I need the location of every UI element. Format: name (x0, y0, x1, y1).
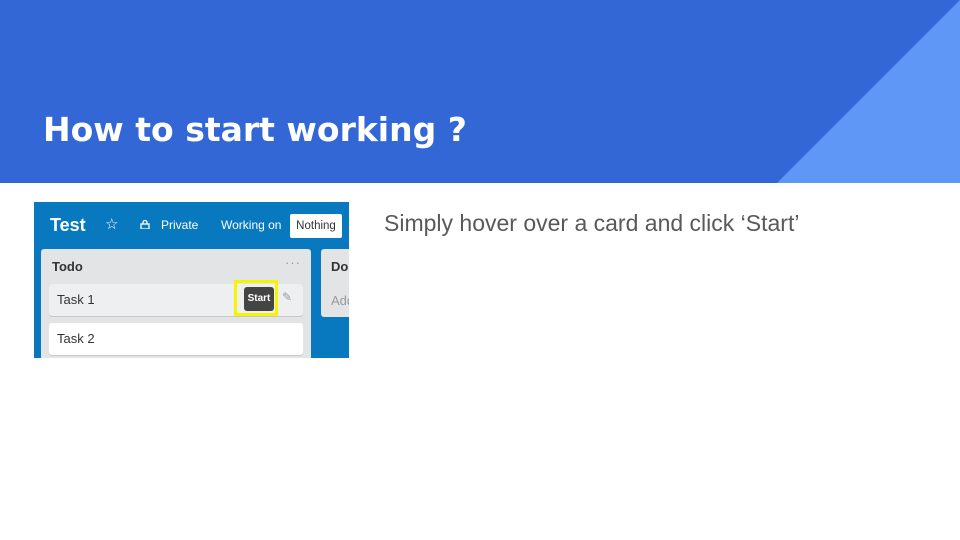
star-icon[interactable]: ☆ (105, 217, 118, 233)
header-accent-triangle (777, 0, 960, 183)
privacy-label[interactable]: Private (161, 218, 198, 232)
slide-header: How to start working ? (0, 0, 960, 183)
pencil-icon[interactable]: ✎ (282, 290, 292, 304)
working-on-label: Working on (221, 218, 282, 232)
list-menu-icon[interactable]: ··· (285, 255, 301, 270)
working-on-value-button[interactable]: Nothing (290, 214, 342, 238)
lock-icon (140, 220, 150, 229)
card-task-1[interactable]: Task 1 Start ✎ (49, 280, 303, 316)
card-label: Task 2 (57, 331, 95, 346)
app-screenshot: Test ☆ Private Working on Nothing Todo ·… (34, 202, 349, 358)
list-title: Do (331, 259, 349, 274)
list-title: Todo (52, 259, 83, 274)
card-label: Task 1 (57, 292, 95, 307)
board-name[interactable]: Test (50, 215, 86, 236)
slide-title: How to start working ? (43, 110, 467, 149)
list-todo: Todo ··· Task 1 Start ✎ Task 2 (41, 249, 311, 358)
add-card-link[interactable]: Add (331, 293, 349, 308)
list-doing: Do Add (321, 249, 349, 317)
slide-body-text: Simply hover over a card and click ‘Star… (384, 210, 800, 236)
start-button[interactable]: Start (244, 287, 274, 311)
card-task-2[interactable]: Task 2 (49, 323, 303, 355)
